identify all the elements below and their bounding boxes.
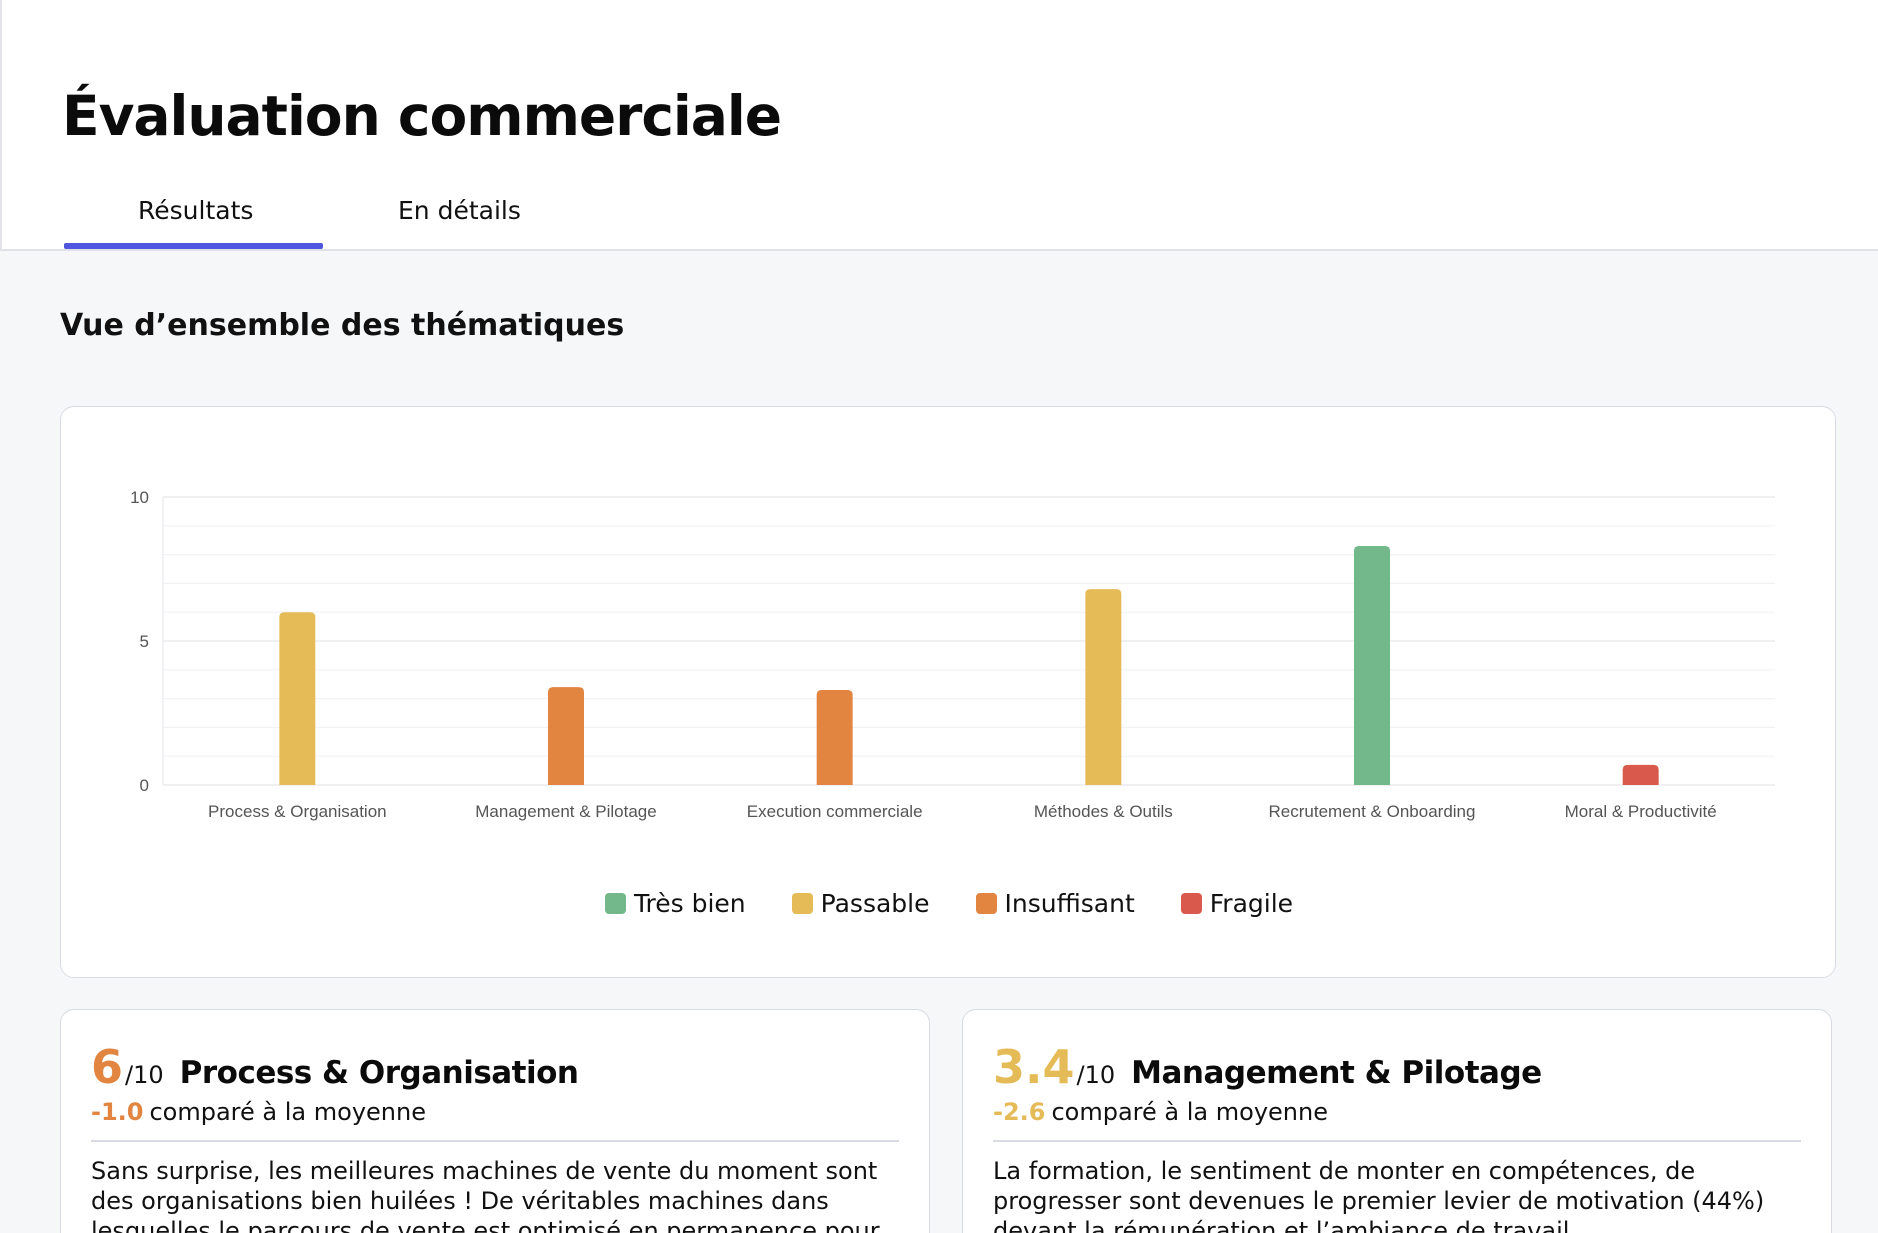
card-header: 6 /10 Process & Organisation [91, 1040, 579, 1094]
legend-label: Passable [820, 889, 930, 918]
overview-title: Vue d’ensemble des thématiques [60, 308, 625, 343]
card-description: Sans surprise, les meilleures machines d… [91, 1157, 880, 1233]
legend-item[interactable]: Très bien [604, 889, 746, 918]
bar-3 [816, 689, 853, 785]
legend-item[interactable]: Fragile [1180, 889, 1294, 918]
legend-swatch [604, 893, 626, 914]
x-tick-label: Moral & Productivité [1565, 802, 1717, 821]
chart-legend: Très bien Passable Insuffisant Fragile [61, 889, 1837, 918]
card-header: 3.4 /10 Management & Pilotage [993, 1040, 1542, 1094]
card-compare-label: comparé à la moyenne [149, 1098, 426, 1126]
card-compare-label: comparé à la moyenne [1051, 1098, 1328, 1126]
legend-label: Fragile [1209, 889, 1294, 918]
tab-en-details[interactable]: En détails [398, 196, 521, 225]
bar-1 [279, 612, 316, 785]
legend-swatch [791, 893, 813, 914]
legend-swatch [1180, 893, 1202, 914]
card-title: Management & Pilotage [1131, 1055, 1542, 1091]
card-title: Process & Organisation [179, 1055, 579, 1091]
page-header: Évaluation commerciale Résultats En déta… [0, 0, 1878, 251]
legend-label: Insuffisant [1004, 889, 1135, 918]
y-tick-label: 10 [130, 488, 149, 507]
y-tick-label: 5 [140, 632, 149, 651]
card-description: La formation, le sentiment de monter en … [993, 1157, 1765, 1233]
legend-item[interactable]: Insuffisant [975, 889, 1135, 918]
card-comparison: -1.0 comparé à la moyenne [91, 1098, 426, 1126]
x-tick-label: Management & Pilotage [475, 802, 656, 821]
bar-2 [548, 687, 584, 785]
bar-4 [1085, 589, 1122, 785]
legend-swatch [975, 893, 997, 914]
theme-card-management: 3.4 /10 Management & Pilotage -2.6 compar… [962, 1009, 1832, 1233]
bar-5 [1354, 545, 1390, 785]
tab-resultats[interactable]: Résultats [138, 196, 253, 225]
card-score-max: /10 [1076, 1061, 1116, 1089]
overview-bar-chart: 0 5 10 Process & Organisation Management & P… [130, 488, 1775, 821]
page-title: Évaluation commerciale [62, 84, 782, 148]
active-tab-indicator [64, 243, 323, 249]
card-delta: -2.6 [993, 1098, 1046, 1126]
card-divider [993, 1140, 1801, 1142]
x-tick-label: Méthodes & Outils [1034, 802, 1173, 821]
x-tick-label: Process & Organisation [208, 802, 387, 821]
card-divider [91, 1140, 899, 1142]
card-delta: -1.0 [91, 1098, 144, 1126]
legend-item[interactable]: Passable [791, 889, 930, 918]
x-tick-label: Execution commerciale [747, 802, 923, 821]
bar-6 [1622, 764, 1659, 785]
card-score: 6 [91, 1040, 124, 1094]
legend-label: Très bien [633, 889, 746, 918]
y-tick-label: 0 [140, 776, 149, 795]
card-score: 3.4 [993, 1040, 1075, 1094]
card-comparison: -2.6 comparé à la moyenne [993, 1098, 1328, 1126]
theme-card-process: 6 /10 Process & Organisation -1.0 comparé… [60, 1009, 930, 1233]
card-score-max: /10 [125, 1061, 164, 1089]
overview-chart-card: 0 5 10 Process & Organisation Management & P… [60, 406, 1836, 978]
x-tick-label: Recrutement & Onboarding [1269, 802, 1476, 821]
